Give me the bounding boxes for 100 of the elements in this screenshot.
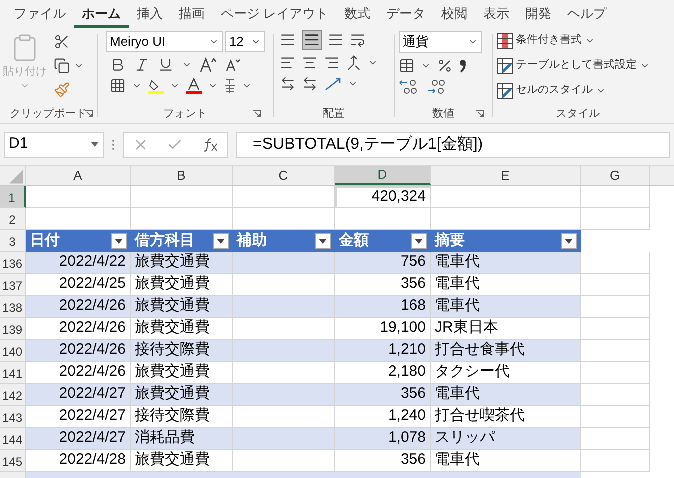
style-gallery-button[interactable]: テーブルとして書式設定 [497, 55, 659, 76]
align-center-icon[interactable] [302, 55, 318, 71]
phonetic-icon[interactable] [224, 78, 236, 94]
style-gallery-button[interactable]: セルのスタイル [497, 80, 659, 101]
table-cell[interactable]: 1,240 [335, 406, 431, 428]
column-header[interactable]: D [335, 166, 431, 185]
column-header[interactable]: A [26, 166, 131, 185]
grid-cell[interactable] [581, 362, 650, 384]
orientation-icon[interactable] [324, 76, 342, 92]
table-cell[interactable] [233, 450, 335, 472]
font-size-field[interactable]: 12 [225, 31, 265, 52]
row-header[interactable]: 3 [0, 230, 26, 252]
fill-color-icon[interactable] [148, 78, 164, 94]
number-format-field[interactable]: 通貨 [399, 31, 482, 53]
row-header[interactable]: 140 [0, 340, 26, 362]
grid-cell[interactable] [581, 406, 650, 428]
row-header[interactable]: 143 [0, 406, 26, 428]
table-cell[interactable]: 2022/4/26 [26, 318, 131, 340]
table-cell[interactable]: 2022/4/26 [26, 362, 131, 384]
row-header[interactable]: 136 [0, 252, 26, 274]
dialog-launcher-icon[interactable] [85, 110, 93, 118]
filter-dropdown-icon[interactable] [411, 233, 427, 249]
grid-cell[interactable] [581, 208, 650, 230]
font-name-field[interactable]: Meiryo UI [106, 31, 224, 52]
filter-dropdown-icon[interactable] [213, 233, 229, 249]
grid-cell[interactable] [581, 340, 650, 362]
table-cell[interactable]: 電車代 [431, 252, 581, 274]
ribbon-tab[interactable]: ヘルプ [560, 2, 615, 28]
table-cell[interactable]: 356 [335, 274, 431, 296]
table-cell[interactable]: 旅費交通費 [131, 296, 233, 318]
grid-cell[interactable] [581, 450, 650, 472]
table-cell[interactable]: 消耗品費 [131, 428, 233, 450]
wrap-text-icon[interactable] [350, 32, 366, 48]
grid-cell[interactable] [26, 186, 131, 208]
table-cell[interactable]: 打合せ喫茶代 [431, 406, 581, 428]
table-cell[interactable]: 356 [335, 450, 431, 472]
table-cell[interactable]: 旅費交通費 [131, 450, 233, 472]
underline-icon[interactable] [158, 57, 174, 73]
dialog-launcher-icon[interactable] [253, 110, 261, 118]
row-header[interactable]: 2 [0, 208, 26, 230]
table-cell[interactable]: タクシー代 [431, 362, 581, 384]
table-cell[interactable]: 2022/4/26 [26, 340, 131, 362]
copy-icon[interactable] [54, 58, 70, 74]
row-header[interactable]: 144 [0, 428, 26, 450]
table-cell[interactable]: 打合せ食事代 [431, 340, 581, 362]
table-cell[interactable] [233, 296, 335, 318]
filter-dropdown-icon[interactable] [315, 233, 331, 249]
table-cell[interactable]: 旅費交通費 [131, 274, 233, 296]
grid-cell[interactable] [581, 318, 650, 340]
grid-cell[interactable] [431, 186, 581, 208]
align-right-icon[interactable] [324, 55, 340, 71]
table-cell[interactable]: 旅費交通費 [131, 252, 233, 274]
shrink-font-icon[interactable] [226, 58, 242, 72]
grid-cell[interactable] [581, 252, 650, 274]
grid-cell[interactable] [581, 296, 650, 318]
ribbon-tab[interactable]: 数式 [336, 2, 379, 28]
row-header[interactable]: 1 [0, 186, 26, 208]
table-cell[interactable]: 2022/4/27 [26, 406, 131, 428]
column-header[interactable]: E [431, 166, 581, 185]
grid-cell[interactable] [581, 428, 650, 450]
grow-font-icon[interactable] [200, 57, 218, 73]
table-cell[interactable]: 2022/4/22 [26, 252, 131, 274]
increase-decimal-icon[interactable] [399, 79, 419, 95]
table-cell[interactable]: 2022/4/26 [26, 296, 131, 318]
table-cell[interactable] [233, 318, 335, 340]
selected-cell[interactable]: 420,324 [335, 186, 431, 208]
italic-icon[interactable] [134, 57, 150, 73]
table-cell[interactable]: 2022/4/25 [26, 274, 131, 296]
table-cell[interactable]: 電車代 [431, 274, 581, 296]
table-cell[interactable]: 1,078 [335, 428, 431, 450]
table-cell[interactable]: スリッパ [431, 428, 581, 450]
table-cell[interactable] [233, 406, 335, 428]
table-cell[interactable]: 2022/4/28 [26, 450, 131, 472]
name-box[interactable]: D1 [4, 132, 104, 158]
filter-dropdown-icon[interactable] [111, 233, 127, 249]
column-header[interactable]: G [581, 166, 650, 185]
decrease-decimal-icon[interactable] [427, 79, 447, 95]
ribbon-tab[interactable]: 校閲 [434, 2, 476, 28]
row-header[interactable]: 139 [0, 318, 26, 340]
ribbon-tab[interactable]: データ [378, 2, 434, 28]
table-cell[interactable]: 2022/4/27 [26, 384, 131, 406]
row-header[interactable]: 138 [0, 296, 26, 318]
filter-dropdown-icon[interactable] [561, 233, 577, 249]
align-left-icon[interactable] [280, 55, 296, 71]
table-cell[interactable] [233, 384, 335, 406]
row-header[interactable]: 142 [0, 384, 26, 406]
table-cell[interactable]: 19,100 [335, 318, 431, 340]
align-bottom-icon[interactable] [328, 32, 344, 48]
ribbon-tab[interactable]: ページ レイアウト [213, 2, 337, 28]
percent-icon[interactable] [437, 58, 453, 74]
table-cell[interactable]: 電車代 [431, 384, 581, 406]
column-header[interactable]: B [131, 166, 233, 185]
table-cell[interactable]: 756 [335, 252, 431, 274]
insert-function-icon[interactable] [202, 138, 218, 152]
table-cell[interactable]: 2,180 [335, 362, 431, 384]
cut-icon[interactable] [54, 34, 70, 50]
ribbon-tab[interactable]: ファイル [6, 2, 74, 28]
table-cell[interactable]: 接待交際費 [131, 406, 233, 428]
ribbon-tab[interactable]: 開発 [518, 2, 560, 28]
table-cell[interactable]: 1,210 [335, 340, 431, 362]
